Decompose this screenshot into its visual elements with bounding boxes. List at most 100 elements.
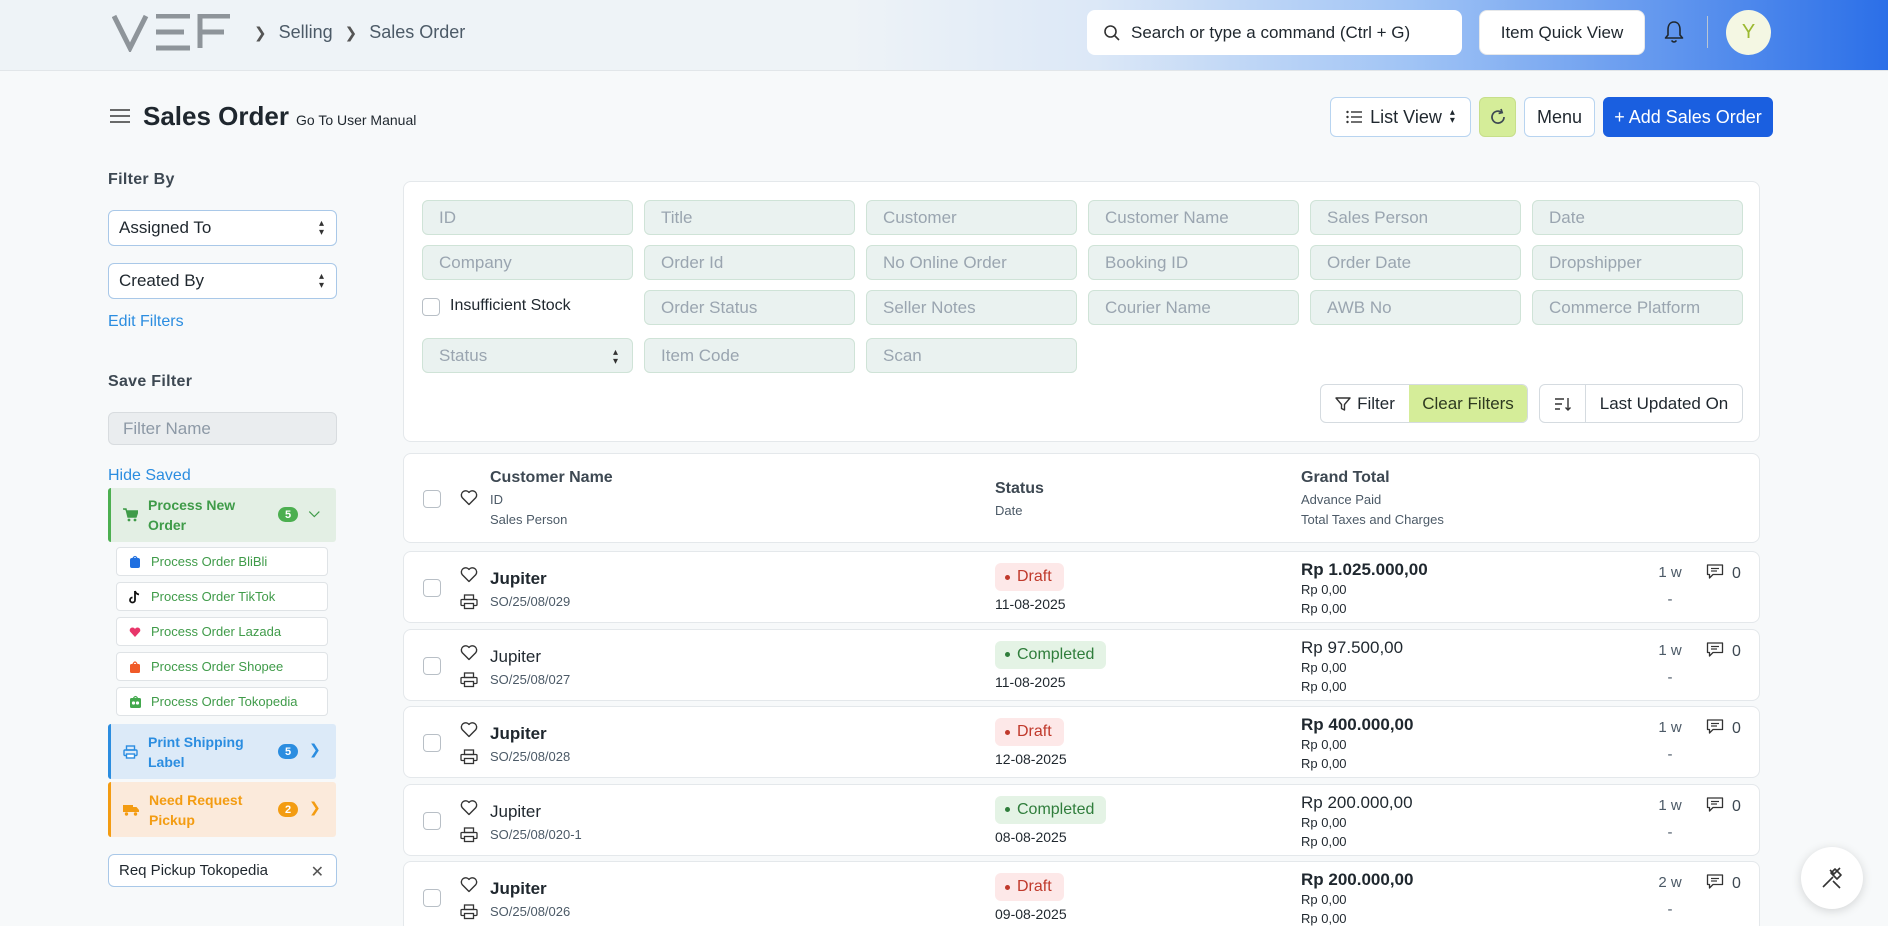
printer-icon[interactable] <box>460 749 478 770</box>
row-total-taxes: Rp 0,00 <box>1301 601 1347 616</box>
list-view-button[interactable]: List View ▴ ▾ <box>1330 97 1471 137</box>
row-comments[interactable]: 0 <box>1706 563 1741 585</box>
insufficient-stock-checkbox[interactable] <box>422 298 440 316</box>
chevron-down-icon[interactable]: ⌵ <box>309 504 320 521</box>
filter-seller-notes[interactable]: Seller Notes <box>866 290 1077 325</box>
heart-icon[interactable] <box>460 721 478 743</box>
breadcrumb-sales-order[interactable]: Sales Order <box>369 22 465 43</box>
header-customer-name[interactable]: Customer Name <box>490 469 613 487</box>
filter-company[interactable]: Company <box>422 245 633 280</box>
clear-filters-button[interactable]: Clear Filters <box>1409 385 1527 422</box>
search-input[interactable]: Search or type a command (Ctrl + G) <box>1087 10 1462 55</box>
filter-customer[interactable]: Customer <box>866 200 1077 235</box>
hide-saved-link[interactable]: Hide Saved <box>108 467 191 485</box>
row-checkbox[interactable] <box>423 734 441 752</box>
row-comments[interactable]: 0 <box>1706 796 1741 818</box>
assigned-to-select[interactable]: Assigned To ▴ ▾ <box>108 210 337 246</box>
breadcrumb-selling[interactable]: Selling <box>279 22 333 43</box>
bell-icon[interactable] <box>1664 20 1684 44</box>
filter-order-status[interactable]: Order Status <box>644 290 855 325</box>
filter-id[interactable]: ID <box>422 200 633 235</box>
company-logo[interactable] <box>112 14 232 52</box>
sort-by-button[interactable]: Last Updated On <box>1586 385 1742 422</box>
add-sales-order-button[interactable]: + Add Sales Order <box>1603 97 1773 137</box>
chevron-right-icon[interactable]: ❯ <box>309 741 321 758</box>
comment-icon <box>1706 718 1724 740</box>
hamburger-icon[interactable] <box>110 108 130 124</box>
filter-status-select[interactable]: Status ▴ ▾ <box>422 338 633 373</box>
row-customer-name[interactable]: Jupiter <box>490 724 547 744</box>
row-comments[interactable]: 0 <box>1706 641 1741 663</box>
refresh-button[interactable] <box>1479 97 1516 137</box>
heart-icon[interactable] <box>460 799 478 821</box>
edit-filters-link[interactable]: Edit Filters <box>108 313 184 331</box>
row-customer-name[interactable]: Jupiter <box>490 647 541 667</box>
filter-awb-no[interactable]: AWB No <box>1310 290 1521 325</box>
table-row[interactable]: Jupiter SO/25/08/026 Draft 09-08-2025 Rp 200… <box>403 861 1760 926</box>
filter-customer-name[interactable]: Customer Name <box>1088 200 1299 235</box>
row-customer-name[interactable]: Jupiter <box>490 569 547 589</box>
filter-sales-person[interactable]: Sales Person <box>1310 200 1521 235</box>
row-checkbox[interactable] <box>423 579 441 597</box>
row-comments[interactable]: 0 <box>1706 718 1741 740</box>
group-need-request-pickup[interactable]: Need Request Pickup 2 ❯ <box>108 782 336 837</box>
item-quick-view-button[interactable]: Item Quick View <box>1479 10 1645 55</box>
comment-count: 0 <box>1732 797 1741 815</box>
filter-courier-name[interactable]: Courier Name <box>1088 290 1299 325</box>
sort-direction-button[interactable] <box>1540 385 1586 422</box>
heart-icon[interactable] <box>460 489 478 506</box>
row-customer-name[interactable]: Jupiter <box>490 879 547 899</box>
row-checkbox[interactable] <box>423 889 441 907</box>
header-grand-total[interactable]: Grand Total <box>1301 469 1390 487</box>
filter-title[interactable]: Title <box>644 200 855 235</box>
heart-icon[interactable] <box>460 644 478 666</box>
subitem-process-order-blibli[interactable]: Process Order BliBli <box>116 547 328 576</box>
row-checkbox[interactable] <box>423 811 441 830</box>
created-by-select[interactable]: Created By ▴ ▾ <box>108 263 337 299</box>
avatar[interactable]: Y <box>1726 10 1771 55</box>
printer-icon[interactable] <box>460 904 478 925</box>
chevron-right-icon: ❯ <box>254 24 267 42</box>
filter-name-input[interactable]: Filter Name <box>108 412 337 445</box>
filter-button[interactable]: Filter <box>1321 385 1409 422</box>
table-row[interactable]: Jupiter SO/25/08/027 Completed 11-08-2025 Rp… <box>403 628 1760 701</box>
filter-button-group: Filter Clear Filters <box>1320 384 1528 423</box>
group-process-new-order[interactable]: Process New Order 5 ⌵ <box>108 488 336 542</box>
filter-no-online-order[interactable]: No Online Order <box>866 245 1077 280</box>
row-comments[interactable]: 0 <box>1706 873 1741 895</box>
printer-icon[interactable] <box>460 671 478 693</box>
filter-date[interactable]: Date <box>1532 200 1743 235</box>
table-row[interactable]: Jupiter SO/25/08/020-1 Completed 08-08-2025… <box>403 783 1760 856</box>
chevron-right-icon[interactable]: ❯ <box>309 799 321 816</box>
filter-order-id[interactable]: Order Id <box>644 245 855 280</box>
subitem-process-order-lazada[interactable]: Process Order Lazada <box>116 617 328 646</box>
row-customer-name[interactable]: Jupiter <box>490 802 541 822</box>
filter-item-code[interactable]: Item Code <box>644 338 855 373</box>
req-pickup-tokopedia-filter[interactable]: Req Pickup Tokopedia ✕ <box>108 854 337 887</box>
group-print-shipping-label[interactable]: Print Shipping Label 5 ❯ <box>108 724 336 779</box>
table-row[interactable]: Jupiter SO/25/08/029 Draft 11-08-2025 Rp 1.0… <box>403 551 1760 623</box>
subitem-process-order-shopee[interactable]: Process Order Shopee <box>116 652 328 681</box>
filter-dropshipper[interactable]: Dropshipper <box>1532 245 1743 280</box>
header-status[interactable]: Status <box>995 480 1044 498</box>
heart-icon[interactable] <box>460 566 478 588</box>
filter-scan[interactable]: Scan <box>866 338 1077 373</box>
comment-icon <box>1706 796 1724 818</box>
row-date: 12-08-2025 <box>995 751 1067 767</box>
table-row[interactable]: Jupiter SO/25/08/028 Draft 12-08-2025 Rp 400… <box>403 706 1760 778</box>
printer-icon[interactable] <box>460 826 478 848</box>
select-all-checkbox[interactable] <box>423 490 441 508</box>
floating-tools-button[interactable] <box>1801 847 1863 909</box>
user-manual-link[interactable]: Go To User Manual <box>296 112 416 128</box>
close-icon[interactable]: ✕ <box>311 862 324 882</box>
heart-icon[interactable] <box>460 876 478 898</box>
menu-button[interactable]: Menu <box>1524 97 1595 137</box>
printer-icon[interactable] <box>460 594 478 615</box>
subitem-process-order-tokopedia[interactable]: Process Order Tokopedia <box>116 687 328 716</box>
filter-commerce-platform[interactable]: Commerce Platform <box>1532 290 1743 325</box>
filter-order-date[interactable]: Order Date <box>1310 245 1521 280</box>
subitem-process-order-tiktok[interactable]: Process Order TikTok <box>116 582 328 611</box>
subitem-label: Process Order BliBli <box>151 554 268 569</box>
filter-booking-id[interactable]: Booking ID <box>1088 245 1299 280</box>
row-checkbox[interactable] <box>423 656 441 675</box>
